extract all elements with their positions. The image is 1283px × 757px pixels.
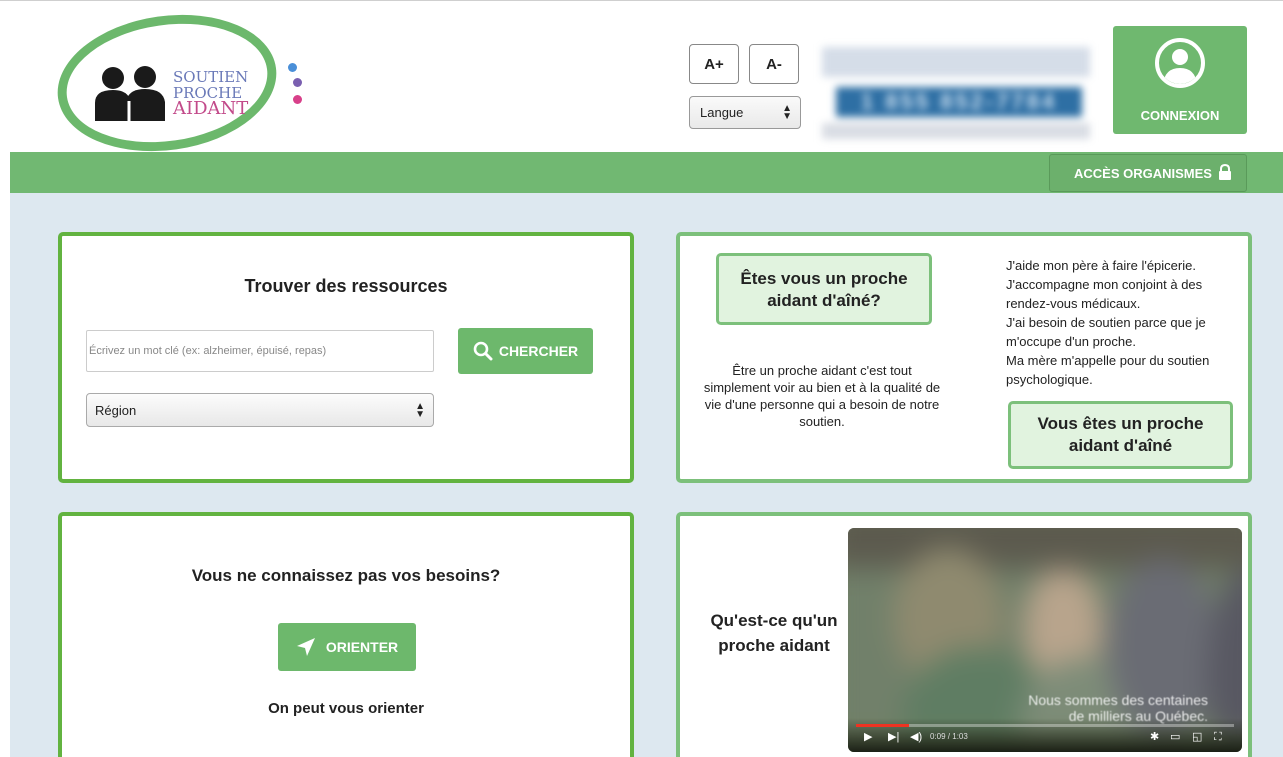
language-select-value: Langue	[700, 105, 744, 120]
video-caption-line: Nous sommes des centaines	[1028, 692, 1208, 708]
select-arrows-icon: ▲ ▼	[415, 401, 425, 420]
orient-subtitle: On peut vous orienter	[268, 700, 424, 717]
select-arrows-icon: ▲ ▼	[782, 103, 792, 122]
fullscreen-icon[interactable]: ⛶	[1214, 731, 1222, 743]
top-border	[0, 0, 1283, 4]
search-input[interactable]: Écrivez un mot clé (ex: alzheimer, épuis…	[86, 330, 434, 372]
region-select-value: Région	[95, 402, 137, 418]
login-button[interactable]: CONNEXION	[1113, 26, 1247, 134]
play-icon[interactable]: ▶	[864, 731, 872, 743]
phone-number[interactable]: 1 855 852-7784	[836, 87, 1082, 117]
acces-organismes-label: ACCÈS ORGANISMES	[1074, 165, 1212, 181]
video-label: Qu'est-ce qu'un proche aidant	[710, 611, 838, 655]
video-panel: Qu'est-ce qu'un proche aidant Nous somme…	[676, 512, 1252, 757]
search-panel: Trouver des ressources Écrivez un mot cl…	[58, 232, 634, 483]
location-arrow-icon	[296, 638, 315, 656]
settings-icon[interactable]: ✱	[1150, 731, 1159, 743]
logo-line-1: SOUTIEN	[173, 68, 249, 86]
search-button-label: CHERCHER	[498, 343, 579, 359]
font-decrease-button[interactable]: A-	[749, 44, 799, 84]
aidant-example: J'ai besoin de soutien parce que je m'oc…	[1006, 315, 1206, 349]
blue-dot	[288, 63, 297, 72]
logo-dots	[288, 63, 302, 113]
video-controls: ▶ ▶| ◀) 0:09 / 1:03 ✱ ▭ ◱ ⛶	[848, 718, 1242, 752]
aidant-description: Être un proche aidant c'est tout simplem…	[703, 363, 941, 429]
aidant-question: Êtes vous un proche aidant d'aîné?	[716, 253, 932, 325]
phone-banner-top	[822, 47, 1090, 77]
search-panel-title: Trouver des ressources	[244, 276, 448, 296]
video-progress-bar[interactable]	[856, 724, 1234, 727]
video-player[interactable]: Nous sommes des centaines de milliers au…	[848, 528, 1242, 752]
logo-line-3: AIDANT	[173, 98, 249, 119]
phone-banner-bottom	[822, 123, 1090, 139]
next-icon[interactable]: ▶|	[888, 731, 899, 743]
people-icon	[95, 66, 165, 121]
search-button[interactable]: CHERCHER	[458, 328, 593, 374]
video-time: 0:09 / 1:03	[930, 732, 968, 741]
aidant-answer-button[interactable]: Vous êtes un proche aidant d'aîné	[1008, 401, 1233, 469]
site-header: SOUTIEN PROCHE AIDANT A+ A- Langue ▲ ▼ 1 …	[0, 1, 1283, 165]
font-increase-button[interactable]: A+	[689, 44, 739, 84]
cast-icon[interactable]: ◱	[1192, 731, 1202, 743]
aidant-example: J'aide mon père à faire l'épicerie.	[1006, 258, 1196, 273]
acces-organismes-button[interactable]: ACCÈS ORGANISMES	[1049, 154, 1247, 192]
aidant-example: Ma mère m'appelle pour du soutien psycho…	[1006, 353, 1210, 387]
lock-icon	[1219, 164, 1231, 180]
aidant-example: J'accompagne mon conjoint à des rendez-v…	[1006, 277, 1203, 311]
orient-panel-title: Vous ne connaissez pas vos besoins?	[191, 566, 501, 585]
theater-icon[interactable]: ▭	[1170, 731, 1180, 743]
search-icon	[473, 341, 493, 361]
orient-button[interactable]: ORIENTER	[278, 623, 416, 671]
logo-ring	[48, 1, 286, 165]
orient-panel: Vous ne connaissez pas vos besoins? ORIE…	[58, 512, 634, 757]
language-select[interactable]: Langue ▲ ▼	[689, 96, 801, 129]
pink-dot	[293, 95, 302, 104]
region-select[interactable]: Région ▲ ▼	[86, 393, 434, 427]
aidant-examples: J'aide mon père à faire l'épicerie. J'ac…	[1006, 256, 1242, 389]
logo[interactable]: SOUTIEN PROCHE AIDANT	[48, 1, 325, 165]
logo-text: SOUTIEN PROCHE AIDANT	[173, 68, 249, 119]
orient-button-label: ORIENTER	[325, 639, 399, 655]
aidant-panel: Êtes vous un proche aidant d'aîné? Être …	[676, 232, 1252, 483]
login-label: CONNEXION	[1140, 108, 1220, 123]
user-icon	[1155, 38, 1205, 88]
purple-dot	[293, 78, 302, 87]
phone-banner: 1 855 852-7784	[822, 41, 1092, 141]
video-progress-fill	[856, 724, 909, 727]
volume-icon[interactable]: ◀)	[910, 731, 922, 743]
